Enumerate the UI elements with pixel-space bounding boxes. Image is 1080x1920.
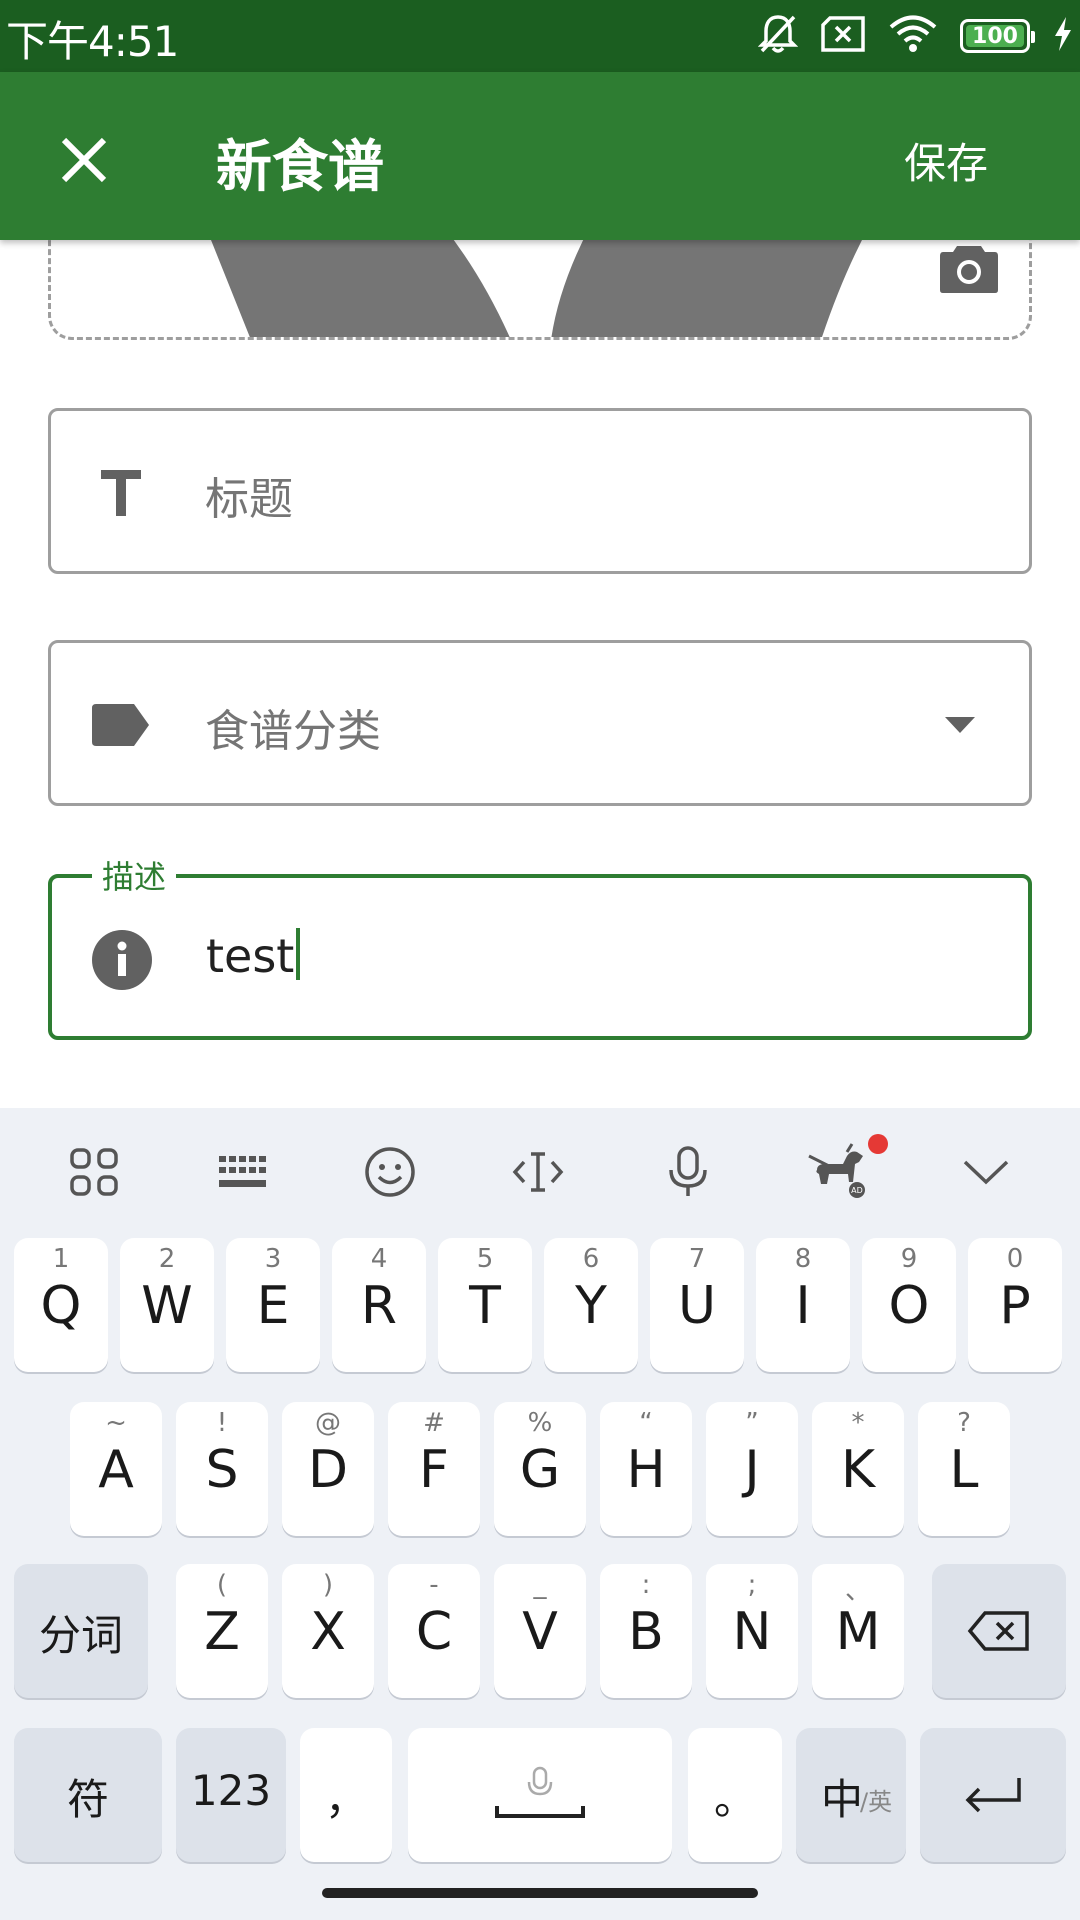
segment-key[interactable]: 分词: [14, 1564, 148, 1698]
key-t[interactable]: 5T: [438, 1238, 532, 1372]
grid-icon: [70, 1148, 118, 1196]
info-icon: [92, 930, 152, 990]
text-caret: [296, 928, 301, 980]
key-d[interactable]: @ D: [282, 1402, 374, 1536]
key-l[interactable]: ? L: [918, 1402, 1010, 1536]
dog-mascot-icon: AD: [808, 1143, 865, 1198]
description-field[interactable]: 描述 test: [48, 852, 1032, 1040]
emoji-button[interactable]: [360, 1142, 420, 1202]
text-cursor-icon: [512, 1152, 564, 1192]
app-bar: 新食谱 保存: [0, 72, 1080, 240]
key-g[interactable]: % G: [494, 1402, 586, 1536]
key-a[interactable]: ~ A: [70, 1402, 162, 1536]
description-label: 描述: [92, 852, 177, 898]
close-button[interactable]: [52, 128, 116, 192]
page-title: 新食谱: [216, 135, 384, 200]
category-dropdown[interactable]: 食谱分类: [48, 640, 1032, 806]
svg-text:AD: AD: [851, 1186, 863, 1195]
chevron-down-icon: [963, 1160, 1009, 1185]
key-m[interactable]: 、 M: [812, 1564, 904, 1698]
home-indicator[interactable]: [322, 1888, 758, 1898]
battery-icon: 100: [960, 19, 1035, 53]
notification-dot: [868, 1134, 888, 1154]
collapse-keyboard-button[interactable]: [956, 1142, 1016, 1202]
key-o[interactable]: 9O: [862, 1238, 956, 1372]
mascot-button[interactable]: AD: [802, 1134, 888, 1202]
symbols-key[interactable]: 符: [14, 1728, 162, 1862]
microphone-icon: [669, 1146, 707, 1196]
key-h[interactable]: “H: [600, 1402, 692, 1536]
key-p[interactable]: 0P: [968, 1238, 1062, 1372]
save-button[interactable]: 保存: [904, 130, 988, 191]
status-bar: 下午4:51 100: [0, 0, 1080, 72]
title-field[interactable]: 标题: [48, 408, 1032, 574]
language-switch-key[interactable]: 中 /英: [796, 1728, 906, 1862]
key-z[interactable]: (Z: [176, 1564, 268, 1698]
comma-key[interactable]: ，: [300, 1728, 392, 1862]
text-icon: [91, 463, 151, 523]
soft-keyboard: AD 1Q 2W 3E 4R 5T 6Y 7U 8I 9O 0P ~ A ! S @…: [0, 1108, 1080, 1920]
key-f[interactable]: # F: [388, 1402, 480, 1536]
cursor-move-button[interactable]: [508, 1142, 568, 1202]
status-time: 下午4:51: [6, 17, 179, 66]
category-placeholder: 食谱分类: [205, 706, 381, 757]
apps-grid-button[interactable]: [64, 1142, 124, 1202]
chevron-down-icon: [945, 717, 975, 737]
space-key[interactable]: [408, 1728, 672, 1862]
period-key[interactable]: 。: [688, 1728, 782, 1862]
space-mic-icon: [495, 1766, 585, 1818]
camera-icon: [940, 246, 998, 293]
battery-level: 100: [972, 23, 1018, 49]
key-j[interactable]: ” J: [706, 1402, 798, 1536]
numbers-key[interactable]: 123: [176, 1728, 286, 1862]
status-icons: 100: [757, 13, 1074, 59]
keyboard-toolbar: AD: [0, 1108, 1080, 1238]
key-e[interactable]: 3E: [226, 1238, 320, 1372]
key-w[interactable]: 2W: [120, 1238, 214, 1372]
close-icon: [61, 137, 107, 183]
wifi-icon: [888, 14, 938, 58]
key-r[interactable]: 4R: [332, 1238, 426, 1372]
key-q[interactable]: 1Q: [14, 1238, 108, 1372]
backspace-icon: [967, 1611, 1029, 1651]
no-sim-icon: [820, 15, 866, 57]
key-b[interactable]: :B: [600, 1564, 692, 1698]
charging-icon: [1052, 15, 1074, 57]
key-i[interactable]: 8I: [756, 1238, 850, 1372]
key-u[interactable]: 7U: [650, 1238, 744, 1372]
key-y[interactable]: 6Y: [544, 1238, 638, 1372]
keyboard-icon: [219, 1156, 266, 1187]
key-n[interactable]: ; N: [706, 1564, 798, 1698]
bell-off-icon: [757, 13, 799, 59]
key-s[interactable]: ! S: [176, 1402, 268, 1536]
voice-input-button[interactable]: [658, 1142, 718, 1202]
keyboard-layout-button[interactable]: [212, 1142, 272, 1202]
enter-icon: [965, 1778, 1021, 1813]
enter-key[interactable]: [920, 1728, 1066, 1862]
emoji-icon: [365, 1147, 415, 1197]
backspace-key[interactable]: [932, 1564, 1066, 1698]
key-k[interactable]: * K: [812, 1402, 904, 1536]
key-c[interactable]: -C: [388, 1564, 480, 1698]
title-placeholder: 标题: [205, 474, 293, 525]
label-icon: [91, 695, 151, 755]
camera-button[interactable]: [939, 242, 999, 294]
key-v[interactable]: _ V: [494, 1564, 586, 1698]
language-sub-label: /英: [860, 1788, 893, 1816]
key-x[interactable]: ) X: [282, 1564, 374, 1698]
description-input[interactable]: test: [206, 928, 301, 983]
